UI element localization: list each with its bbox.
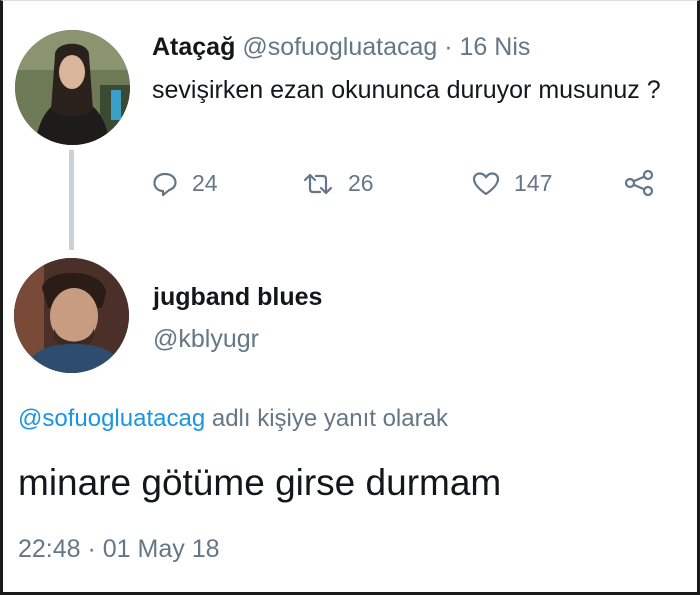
tweet-date[interactable]: 16 Nis xyxy=(460,33,531,61)
replying-to-line: @sofuogluatacag adlı kişiye yanıt olarak xyxy=(18,405,448,433)
retweet-button[interactable]: 26 xyxy=(302,170,374,197)
tweet-actions: 24 26 147 xyxy=(152,170,672,210)
thread-line xyxy=(69,150,74,250)
tweet-text: sevişirken ezan okununca duruyor musunuz… xyxy=(152,76,661,104)
tweet-header: Ataçağ @sofuogluatacag · 16 Nis xyxy=(152,33,530,62)
reply-author-name[interactable]: jugband blues xyxy=(153,283,322,312)
avatar[interactable] xyxy=(14,258,129,373)
mention-link[interactable]: @sofuogluatacag xyxy=(18,405,205,432)
like-count: 147 xyxy=(514,170,553,196)
avatar[interactable] xyxy=(15,30,130,145)
share-button[interactable] xyxy=(624,170,654,196)
author-handle[interactable]: @sofuogluatacag xyxy=(242,33,437,61)
retweet-count: 26 xyxy=(348,170,374,196)
like-icon xyxy=(472,171,500,197)
reply-text: minare götüme girse durmam xyxy=(18,462,502,503)
share-icon xyxy=(624,170,654,196)
replying-to-text: adlı kişiye yanıt olarak xyxy=(211,405,448,432)
header-separator: · xyxy=(444,33,453,61)
reply-timestamp[interactable]: 22:48 · 01 May 18 xyxy=(18,535,220,564)
reply-count: 24 xyxy=(192,170,218,196)
reply-button[interactable]: 24 xyxy=(152,170,218,197)
reply-author-handle[interactable]: @kblyugr xyxy=(153,325,259,354)
author-name[interactable]: Ataçağ xyxy=(152,33,235,61)
like-button[interactable]: 147 xyxy=(472,170,552,197)
retweet-icon xyxy=(302,171,334,197)
reply-icon xyxy=(152,171,178,197)
